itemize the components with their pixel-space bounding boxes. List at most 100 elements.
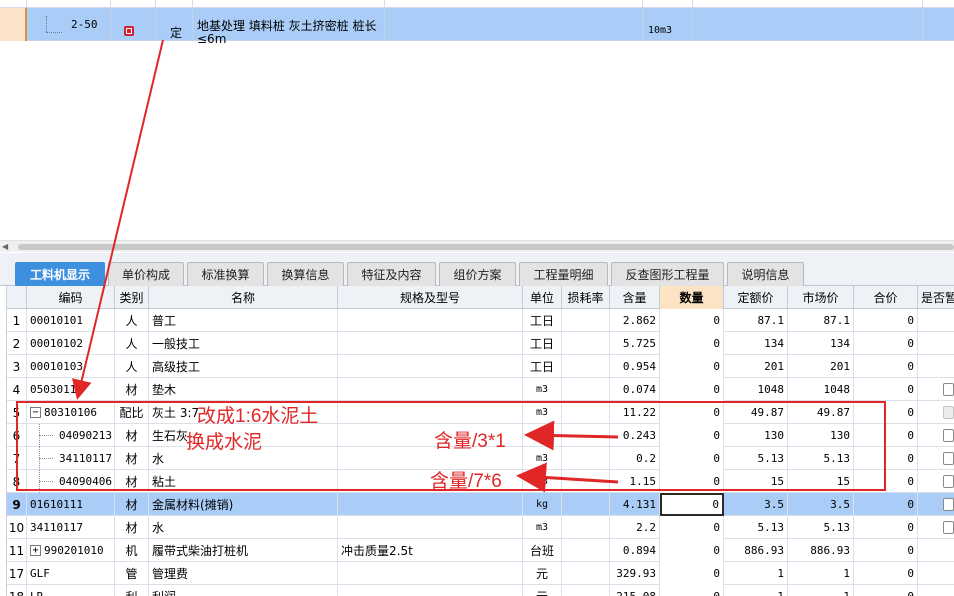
cell-unit[interactable]	[523, 424, 562, 447]
cell-unit[interactable]: 元	[523, 562, 562, 585]
cell-check[interactable]	[918, 585, 954, 596]
cell-loss[interactable]	[562, 309, 610, 332]
cell-total[interactable]: 0	[854, 493, 918, 516]
expand-icon[interactable]: +	[30, 545, 41, 556]
table-row[interactable]: 18LR利利润元215.080110	[7, 585, 954, 596]
header-loss-rate[interactable]: 损耗率	[562, 286, 610, 309]
cell-quota[interactable]: 5.13	[724, 516, 788, 539]
tab-pricing-scheme[interactable]: 组价方案	[439, 262, 516, 286]
cell-content[interactable]: 0.894	[610, 539, 660, 562]
cell-type[interactable]: 材	[115, 493, 149, 516]
cell-code[interactable]: 00010101	[27, 309, 115, 332]
cell-spec[interactable]	[338, 355, 523, 378]
provisional-checkbox[interactable]	[943, 452, 954, 465]
cell-type[interactable]: 配比	[115, 401, 149, 424]
cell-name[interactable]: 金属材料(摊销)	[149, 493, 338, 516]
cell-check[interactable]	[918, 424, 954, 447]
scrollbar-thumb[interactable]	[18, 244, 954, 250]
header-total[interactable]: 合价	[854, 286, 918, 309]
tab-standard-conversion[interactable]: 标准换算	[187, 262, 264, 286]
cell-quota[interactable]: 1	[724, 562, 788, 585]
tab-features[interactable]: 特征及内容	[347, 262, 436, 286]
horizontal-scrollbar[interactable]: ◀	[0, 240, 954, 252]
cell-code[interactable]: −80310106	[27, 401, 115, 424]
cell-spec[interactable]: 冲击质量2.5t	[338, 539, 523, 562]
cell-content[interactable]: 2.2	[610, 516, 660, 539]
tab-quantity-detail[interactable]: 工程量明细	[519, 262, 608, 286]
cell-total[interactable]: 0	[854, 378, 918, 401]
cell-unit[interactable]: m3	[523, 470, 562, 493]
cell-market[interactable]: 3.5	[788, 493, 854, 516]
table-row[interactable]: 10 34110117 材水 m3 2.2 0 5.13 5.13 0	[7, 516, 954, 539]
table-row[interactable]: 3 00010103 人高级技工 工日 0.954 0 201 201 0	[7, 355, 954, 378]
cell-total[interactable]: 0	[854, 562, 918, 585]
table-row[interactable]: 17 GLF 管管理费元 329.93 0 1 1 0	[7, 562, 954, 585]
cell-content[interactable]: 4.131	[610, 493, 660, 516]
cell-code[interactable]: LR	[27, 585, 115, 596]
cell-market[interactable]: 1048	[788, 378, 854, 401]
cell-loss[interactable]	[562, 493, 610, 516]
tab-reverse-lookup[interactable]: 反查图形工程量	[611, 262, 724, 286]
tab-description[interactable]: 说明信息	[727, 262, 804, 286]
cell-check[interactable]	[918, 539, 954, 562]
cell-loss[interactable]	[562, 470, 610, 493]
cell-total[interactable]: 0	[854, 309, 918, 332]
cell-market[interactable]: 134	[788, 332, 854, 355]
cell-qty[interactable]: 0	[660, 562, 724, 585]
cell-quota[interactable]: 130	[724, 424, 788, 447]
table-row[interactable]: 9 01610111 材金属材料(摊销) kg 4.131 0 3.5 3.5 0	[7, 493, 954, 516]
cell-name[interactable]: 履带式柴油打桩机	[149, 539, 338, 562]
cell-market[interactable]: 49.87	[788, 401, 854, 424]
cell-loss[interactable]	[562, 378, 610, 401]
cell-loss[interactable]	[562, 539, 610, 562]
header-name[interactable]: 名称	[149, 286, 338, 309]
cell-check[interactable]	[918, 401, 954, 424]
cell-market[interactable]: 201	[788, 355, 854, 378]
cell-total[interactable]: 0	[854, 401, 918, 424]
cell-spec[interactable]	[338, 401, 523, 424]
cell-loss[interactable]	[562, 424, 610, 447]
cell-quota[interactable]: 134	[724, 332, 788, 355]
cell-name[interactable]: 利润	[149, 585, 338, 596]
cell-code[interactable]: 04090406	[27, 470, 115, 493]
cell-loss[interactable]	[562, 401, 610, 424]
header-type[interactable]: 类别	[115, 286, 149, 309]
cell-spec[interactable]	[338, 585, 523, 596]
cell-name[interactable]: 普工	[149, 309, 338, 332]
scroll-left-icon[interactable]: ◀	[2, 242, 8, 251]
cell-market[interactable]: 1	[788, 585, 854, 596]
cell-content[interactable]: 2.862	[610, 309, 660, 332]
cell-quota[interactable]: 3.5	[724, 493, 788, 516]
cell-qty[interactable]: 0	[660, 516, 724, 539]
cell-qty[interactable]: 0	[660, 470, 724, 493]
cell-market[interactable]: 886.93	[788, 539, 854, 562]
cell-quota[interactable]: 1	[724, 585, 788, 596]
cell-type[interactable]: 材	[115, 470, 149, 493]
cell-unit[interactable]: kg	[523, 493, 562, 516]
cell-content[interactable]: 0.243	[610, 424, 660, 447]
table-row[interactable]: 4 0503011 材垫木 m3 0.074 0 1048 1048 0	[7, 378, 954, 401]
cell-name[interactable]: 粘土	[149, 470, 338, 493]
cell-unit[interactable]: m3	[523, 516, 562, 539]
cell-check[interactable]	[918, 562, 954, 585]
cell-name[interactable]: 水	[149, 516, 338, 539]
cell-loss[interactable]	[562, 332, 610, 355]
cell-total[interactable]: 0	[854, 424, 918, 447]
cell-code[interactable]: GLF	[27, 562, 115, 585]
cell-code[interactable]: 01610111	[27, 493, 115, 516]
cell-unit[interactable]: 工日	[523, 309, 562, 332]
cell-loss[interactable]	[562, 562, 610, 585]
cell-content[interactable]: 0.954	[610, 355, 660, 378]
tab-resource-display[interactable]: 工料机显示	[15, 262, 105, 286]
item-row-selected[interactable]: 2-50 定 地基处理 填料桩 灰土挤密桩 桩长≤6m 10m3	[0, 8, 954, 46]
cell-type[interactable]: 利	[115, 585, 149, 596]
cell-check[interactable]	[918, 470, 954, 493]
cell-market[interactable]: 130	[788, 424, 854, 447]
cell-type[interactable]: 材	[115, 378, 149, 401]
tab-conversion-info[interactable]: 换算信息	[267, 262, 344, 286]
header-content[interactable]: 含量	[610, 286, 660, 309]
cell-code[interactable]: 00010102	[27, 332, 115, 355]
header-market-price[interactable]: 市场价	[788, 286, 854, 309]
cell-unit[interactable]: m3	[523, 401, 562, 424]
cell-name[interactable]: 垫木	[149, 378, 338, 401]
